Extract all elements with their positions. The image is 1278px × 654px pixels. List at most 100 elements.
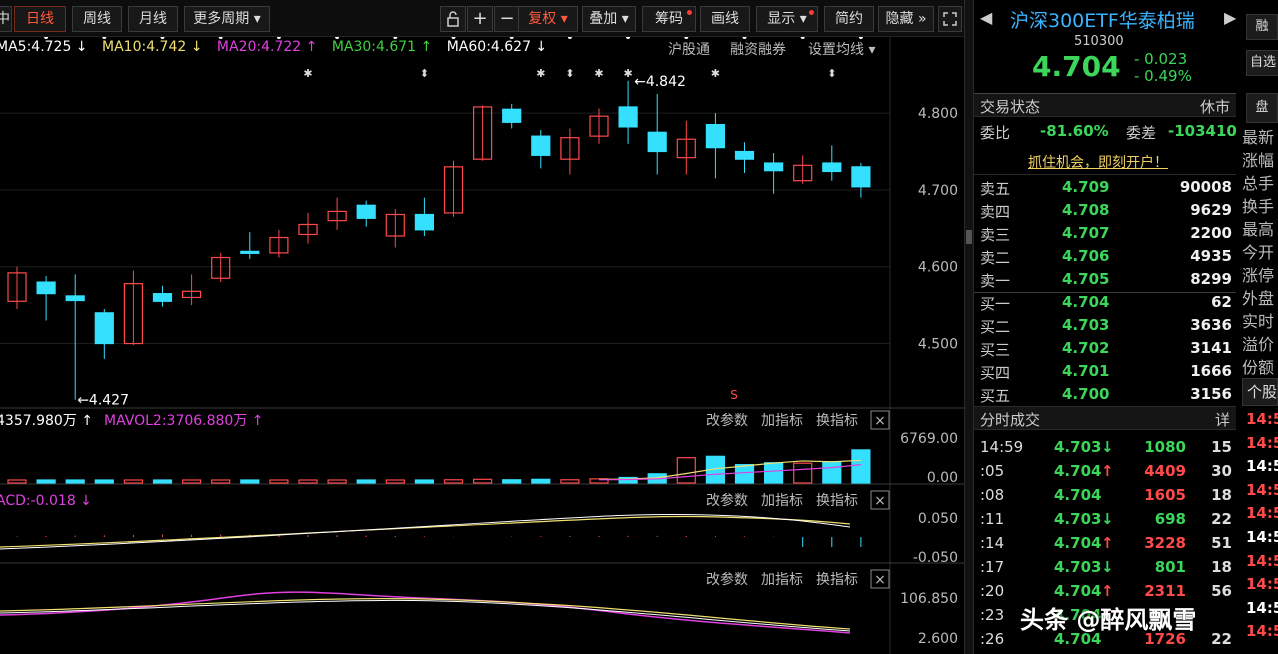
macd-add-indicator-button[interactable]: 加指标 (761, 493, 803, 509)
macd-label: ACD:-0.018 ↓ (0, 493, 92, 509)
week-period-button[interactable]: 周线 (72, 6, 122, 32)
next-stock-icon[interactable]: ▶ (1224, 8, 1236, 27)
trade-volume: 801 (1154, 558, 1186, 576)
margin-button[interactable]: 融 (1246, 14, 1278, 40)
order-price: 4.700 (1062, 385, 1110, 403)
mavol2-value: MAVOL2:3706.880万 ↑ (104, 413, 264, 429)
trade-price: 4.703 (1054, 558, 1102, 576)
fuquan-dropdown[interactable]: 复权 ▾ (518, 6, 578, 32)
indicator-line-3 (0, 599, 851, 632)
chart-area[interactable]: MA5:4.725 ↓ MA10:4.742 ↓ MA20:4.722 ↑ MA… (0, 37, 964, 654)
volume-bar (851, 449, 871, 484)
dividend-marker-icon: S (730, 388, 738, 402)
more-periods-dropdown[interactable]: 更多周期 ▾ (184, 6, 270, 32)
last-price: 4.704 (1032, 50, 1121, 83)
notification-dot-icon (687, 10, 692, 15)
price-axis-tick: 4.600 (918, 260, 958, 276)
partial-trade-time: 14:5 (1246, 575, 1278, 594)
trade-volume: 698 (1154, 510, 1186, 528)
more-periods-label: 更多周期 (193, 11, 250, 27)
order-level-label: 买一 (980, 295, 1011, 313)
event-marker-icon: ✱ (623, 67, 632, 80)
trade-time: :26 (980, 630, 1005, 648)
vol-swap-indicator-button[interactable]: 换指标 (816, 412, 858, 429)
trade-time: :23 (980, 606, 1005, 624)
hide-button[interactable]: 隐藏 » (878, 6, 934, 32)
trade-direction-icon: ↑ (1101, 462, 1114, 480)
mavol1-value: 4357.980万 ↑ (0, 413, 93, 429)
trade-status-label: 交易状态 (980, 98, 1041, 116)
volume-bar (269, 479, 289, 484)
ind3-swap-indicator-button[interactable]: 换指标 (816, 571, 858, 588)
lock-icon[interactable] (440, 6, 466, 32)
trade-price: 4.703 (1054, 510, 1102, 528)
partial-trade-time: 14:5 (1246, 504, 1278, 523)
quote-field-label: 份额 (1242, 358, 1275, 377)
display-label: 显示 (767, 11, 796, 27)
candlestick-chart[interactable]: 4.800 4.700 4.600 4.500 ←4.842 ←4.427 ✱ ⬍ ✱ ⬍ ✱ ✱ ✱ ⬍… (0, 37, 964, 654)
chips-button[interactable]: 筹码 (642, 6, 696, 32)
trades-title: 分时成交 (980, 411, 1041, 429)
order-level-label: 卖五 (980, 180, 1011, 198)
stock-code: 510300 (1074, 34, 1124, 49)
price-change: - 0.023 (1134, 50, 1188, 68)
volume-bar (560, 479, 580, 484)
volume-bar (793, 462, 813, 484)
trade-time: :14 (980, 534, 1005, 552)
vol-edit-params-button[interactable]: 改参数 (706, 412, 748, 429)
price-axis-tick: 4.800 (918, 106, 958, 122)
ind3-edit-params-button[interactable]: 改参数 (706, 571, 748, 588)
order-book-row: 买四 4.701 1666 (974, 362, 1236, 385)
trade-count: 18 (1211, 558, 1232, 576)
overlay-dropdown[interactable]: 叠加 ▾ (582, 6, 636, 32)
draw-line-button[interactable]: 画线 (700, 6, 750, 32)
simple-mode-button[interactable]: 简约 (824, 6, 874, 32)
stock-detail-tab[interactable]: 个股 (1242, 378, 1278, 406)
vol-add-indicator-button[interactable]: 加指标 (761, 413, 803, 429)
display-button[interactable]: 显示 ▾ (756, 6, 818, 32)
zoom-out-button[interactable]: − (494, 6, 520, 32)
order-volume: 3636 (1190, 316, 1232, 334)
partial-trade-time: 14:5 (1246, 622, 1278, 641)
ma30-marker (684, 37, 689, 39)
order-level-label: 卖一 (980, 272, 1011, 290)
fullscreen-icon[interactable] (938, 6, 962, 32)
trades-detail-button[interactable]: 详 (1215, 409, 1230, 430)
handicap-tab[interactable]: 盘 (1246, 93, 1278, 123)
divider (974, 174, 1236, 175)
day-period-button[interactable]: 日线 (14, 6, 66, 32)
scrollbar-thumb[interactable] (966, 230, 972, 244)
zoom-in-button[interactable]: + (467, 6, 493, 32)
macd-swap-indicator-button[interactable]: 换指标 (816, 492, 858, 509)
prev-stock-icon[interactable]: ◀ (980, 8, 992, 27)
order-price: 4.703 (1062, 316, 1110, 334)
trade-time: :11 (980, 510, 1005, 528)
partial-trade-time: 14:5 (1246, 528, 1278, 546)
partial-trade-time: 14:5 (1246, 433, 1278, 452)
period-stub-button[interactable]: 中 (0, 6, 12, 32)
volume-bar (240, 479, 260, 484)
event-marker-icon: ✱ (303, 67, 312, 80)
quote-field-label: 实时 (1242, 312, 1275, 331)
volume-bar (65, 479, 85, 484)
ind3-add-indicator-button[interactable]: 加指标 (761, 572, 803, 588)
trade-price: 4.704 (1054, 462, 1102, 480)
event-marker-icon: ⬍ (565, 67, 574, 80)
order-volume: 3141 (1190, 339, 1232, 357)
macd-dif-line (0, 513, 851, 550)
quote-field-label: 溢价 (1242, 335, 1275, 354)
month-period-button[interactable]: 月线 (128, 6, 178, 32)
divider (974, 292, 1236, 293)
hide-label: 隐藏 (885, 11, 914, 27)
trade-price: 4.704 (1054, 486, 1102, 504)
volume-axis-top: 6769.00 (900, 431, 958, 447)
order-volume: 8299 (1190, 270, 1232, 288)
chevron-down-icon: ▾ (799, 11, 807, 27)
add-watchlist-button[interactable]: 自选 (1246, 50, 1278, 76)
macd-edit-params-button[interactable]: 改参数 (706, 492, 748, 509)
trade-tick-row: :08 4.704 1605 18 (974, 486, 1236, 510)
order-volume: 9629 (1190, 201, 1232, 219)
vertical-scrollbar[interactable] (964, 0, 974, 654)
open-account-link[interactable]: 抓住机会，即刻开户！ (1028, 152, 1168, 172)
partial-trade-time: 14:5 (1246, 551, 1278, 570)
